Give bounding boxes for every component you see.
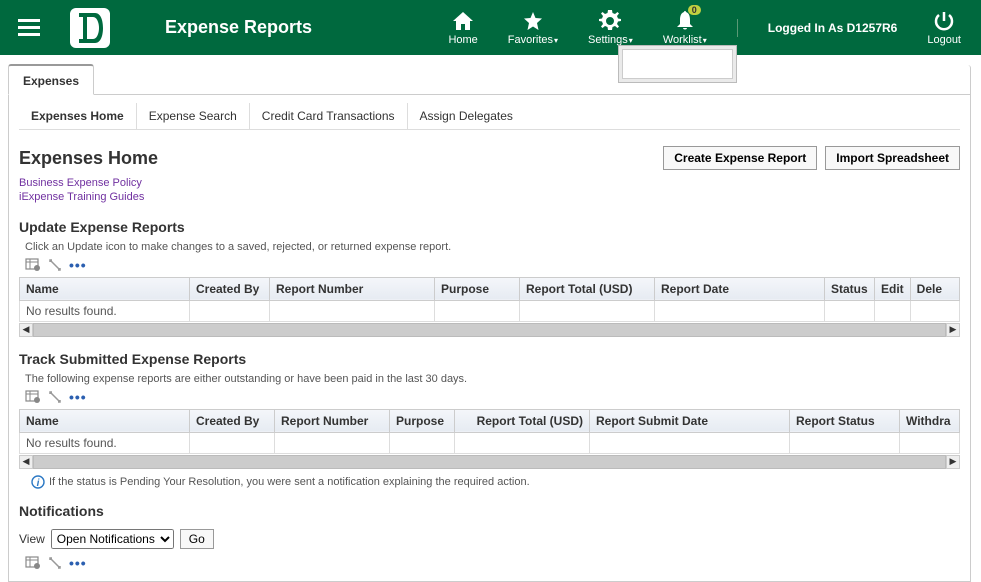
col-name[interactable]: Name — [20, 277, 190, 300]
gear-icon — [599, 10, 621, 32]
create-expense-report-button[interactable]: Create Expense Report — [663, 146, 817, 170]
page-actions: Create Expense Report Import Spreadsheet — [663, 146, 960, 170]
update-help-text: Click an Update icon to make changes to … — [25, 241, 960, 253]
svg-text:i: i — [37, 478, 40, 489]
home-icon — [452, 10, 474, 32]
go-button[interactable]: Go — [180, 529, 214, 549]
scroll-right-icon[interactable]: ▶ — [946, 323, 960, 337]
notifications-heading: Notifications — [19, 503, 960, 519]
table-row: No results found. — [20, 432, 960, 453]
training-guides-link[interactable]: iExpense Training Guides — [19, 190, 960, 204]
divider — [737, 19, 738, 37]
track-help-text: The following expense reports are either… — [25, 373, 960, 385]
col-delete[interactable]: Dele — [910, 277, 959, 300]
nav-icons: Home Favorites▾ Settings▾ 0 Worklist▾ Lo… — [448, 10, 961, 46]
col-report-date[interactable]: Report Date — [655, 277, 825, 300]
nav-logout[interactable]: Logout — [927, 10, 961, 46]
worklist-badge: 0 — [688, 5, 701, 15]
notifications-view-row: View Open Notifications Go — [19, 529, 960, 549]
track-hscroll[interactable]: ◀ ▶ — [19, 455, 960, 469]
col-report-total[interactable]: Report Total (USD) — [520, 277, 655, 300]
tab-row: Expenses — [9, 65, 970, 95]
table-settings-icon[interactable] — [25, 389, 41, 405]
settings-dropdown: Preferences — [618, 45, 737, 83]
scroll-left-icon[interactable]: ◀ — [19, 455, 33, 469]
app-logo[interactable] — [70, 8, 110, 48]
col-report-number[interactable]: Report Number — [270, 277, 435, 300]
update-heading: Update Expense Reports — [19, 219, 960, 235]
scroll-right-icon[interactable]: ▶ — [946, 455, 960, 469]
col-purpose[interactable]: Purpose — [390, 409, 455, 432]
table-settings-icon[interactable] — [25, 555, 41, 571]
subtab-credit-card[interactable]: Credit Card Transactions — [249, 103, 407, 129]
detach-icon[interactable] — [47, 257, 63, 273]
no-results: No results found. — [20, 432, 190, 453]
detach-icon[interactable] — [47, 389, 63, 405]
subtab-expenses-home[interactable]: Expenses Home — [19, 103, 136, 129]
policy-links: Business Expense Policy iExpense Trainin… — [19, 176, 960, 205]
content-area: Expenses Home Expense Search Credit Card… — [9, 103, 970, 581]
col-report-number[interactable]: Report Number — [275, 409, 390, 432]
subtab-assign-delegates[interactable]: Assign Delegates — [407, 103, 525, 129]
track-table: Name Created By Report Number Purpose Re… — [19, 409, 960, 454]
power-icon — [934, 10, 954, 32]
col-status[interactable]: Status — [825, 277, 875, 300]
update-toolbar: ••• — [25, 257, 960, 273]
col-submit-date[interactable]: Report Submit Date — [590, 409, 790, 432]
col-created-by[interactable]: Created By — [190, 409, 275, 432]
nav-favorites[interactable]: Favorites▾ — [508, 10, 558, 46]
col-report-status[interactable]: Report Status — [790, 409, 900, 432]
star-icon — [522, 10, 544, 32]
main-tabs-container: Expenses Expenses Home Expense Search Cr… — [8, 65, 971, 582]
notifications-toolbar: ••• — [25, 555, 960, 571]
table-row: No results found. — [20, 300, 960, 321]
page-title: Expenses Home — [19, 148, 158, 169]
scroll-left-icon[interactable]: ◀ — [19, 323, 33, 337]
col-purpose[interactable]: Purpose — [435, 277, 520, 300]
business-expense-policy-link[interactable]: Business Expense Policy — [19, 176, 960, 190]
app-title: Expense Reports — [165, 17, 312, 38]
track-heading: Track Submitted Expense Reports — [19, 351, 960, 367]
more-actions-icon[interactable]: ••• — [69, 555, 87, 571]
nav-settings[interactable]: Settings▾ — [588, 10, 633, 46]
scroll-track[interactable] — [33, 455, 946, 469]
no-results: No results found. — [20, 300, 190, 321]
info-note: i If the status is Pending Your Resoluti… — [31, 475, 960, 489]
more-actions-icon[interactable]: ••• — [69, 257, 87, 273]
global-header: Expense Reports Home Favorites▾ Settings… — [0, 0, 981, 55]
import-spreadsheet-button[interactable]: Import Spreadsheet — [825, 146, 960, 170]
col-created-by[interactable]: Created By — [190, 277, 270, 300]
scroll-track[interactable] — [33, 323, 946, 337]
view-label: View — [19, 532, 45, 546]
col-edit[interactable]: Edit — [875, 277, 911, 300]
more-actions-icon[interactable]: ••• — [69, 389, 87, 405]
col-name[interactable]: Name — [20, 409, 190, 432]
nav-home[interactable]: Home — [448, 10, 477, 46]
table-settings-icon[interactable] — [25, 257, 41, 273]
view-select[interactable]: Open Notifications — [51, 529, 174, 549]
track-toolbar: ••• — [25, 389, 960, 405]
col-report-total[interactable]: Report Total (USD) — [455, 409, 590, 432]
detach-icon[interactable] — [47, 555, 63, 571]
col-withdraw[interactable]: Withdra — [900, 409, 960, 432]
page-head: Expenses Home Create Expense Report Impo… — [19, 146, 960, 170]
update-hscroll[interactable]: ◀ ▶ — [19, 323, 960, 337]
info-note-text: If the status is Pending Your Resolution… — [49, 476, 530, 488]
subtabs: Expenses Home Expense Search Credit Card… — [19, 103, 960, 130]
subtab-expense-search[interactable]: Expense Search — [136, 103, 249, 129]
update-table: Name Created By Report Number Purpose Re… — [19, 277, 960, 322]
preferences-menu-item[interactable]: Preferences — [622, 49, 733, 79]
menu-icon[interactable] — [18, 15, 40, 40]
info-icon: i — [31, 475, 45, 489]
nav-worklist[interactable]: 0 Worklist▾ — [663, 10, 707, 46]
login-status: Logged In As D1257R6 — [768, 21, 898, 35]
tab-expenses[interactable]: Expenses — [8, 64, 94, 95]
